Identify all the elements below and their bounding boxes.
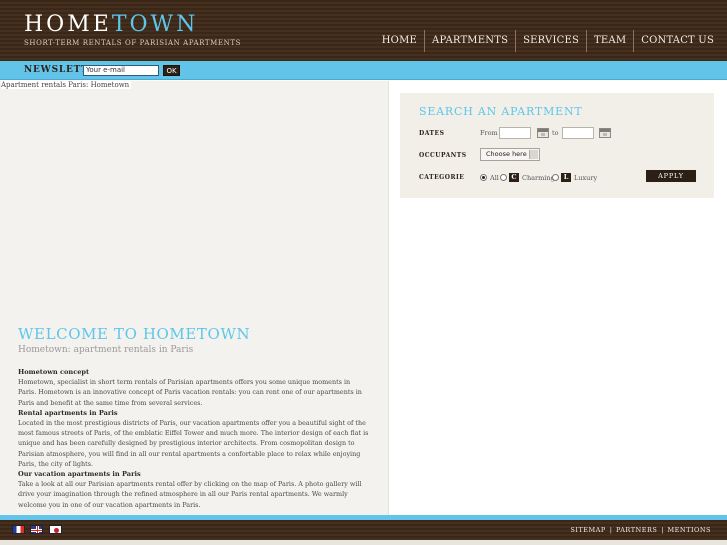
nav-contact[interactable]: Contact us bbox=[634, 31, 721, 51]
apply-button[interactable]: Apply bbox=[646, 170, 696, 182]
section-text: Hometown, specialist in short term renta… bbox=[18, 378, 362, 407]
newsletter-ok-button[interactable]: OK bbox=[163, 65, 180, 76]
search-title: Search an apartment bbox=[419, 105, 583, 118]
to-label: to bbox=[552, 129, 559, 137]
nav-services[interactable]: Services bbox=[516, 31, 586, 51]
flag-fr-icon[interactable] bbox=[12, 525, 25, 534]
date-from-input[interactable] bbox=[499, 127, 531, 139]
charming-badge-icon: C bbox=[509, 173, 519, 182]
logo-title: HomeTown bbox=[24, 13, 241, 37]
category-luxury-label: Luxury bbox=[574, 174, 598, 182]
search-panel: Search an apartment Dates From to Occupa… bbox=[400, 93, 714, 198]
logo-tagline: Short-Term Rentals of Parisian Apartment… bbox=[24, 39, 242, 47]
main-content: Apartment rentals Paris: Hometown Welcom… bbox=[0, 81, 388, 515]
date-to-input[interactable] bbox=[562, 127, 594, 139]
newsletter-bar: Newsletter Your e-mail OK bbox=[0, 61, 727, 80]
footer-links: Sitemap | Partners | Mentions bbox=[566, 526, 715, 534]
calendar-to-icon[interactable] bbox=[599, 128, 611, 138]
section-heading: Rental apartments in Paris bbox=[18, 408, 118, 417]
categorie-label: Categorie bbox=[419, 174, 465, 181]
site-footer: Sitemap | Partners | Mentions bbox=[0, 520, 727, 540]
section-text: Located in the most prestigious district… bbox=[18, 419, 369, 468]
column-divider bbox=[388, 81, 389, 515]
site-logo[interactable]: HomeTown Short-Term Rentals of Parisian … bbox=[24, 13, 242, 48]
occupants-select-value: Choose here bbox=[486, 150, 527, 158]
section-heading: Our vacation apartments in Paris bbox=[18, 470, 141, 479]
main-nav: Home Apartments Services Team Contact us bbox=[375, 30, 721, 52]
flag-jp-icon[interactable] bbox=[49, 525, 62, 534]
category-luxury-radio[interactable] bbox=[552, 174, 559, 181]
welcome-subtitle: Hometown: apartment rentals in Paris bbox=[18, 345, 194, 355]
occupants-label: Occupants bbox=[419, 152, 467, 159]
footer-link-sitemap[interactable]: Sitemap bbox=[566, 526, 609, 534]
breadcrumb: Apartment rentals Paris: Hometown bbox=[1, 81, 132, 89]
footer-link-partners[interactable]: Partners bbox=[612, 526, 661, 534]
newsletter-email-input[interactable]: Your e-mail bbox=[83, 65, 159, 76]
welcome-title: Welcome to HomeTown bbox=[18, 325, 251, 343]
category-charming-radio[interactable] bbox=[500, 174, 507, 181]
occupants-select[interactable]: Choose here bbox=[480, 148, 540, 161]
section-heading: Hometown concept bbox=[18, 368, 90, 376]
from-label: From bbox=[480, 129, 498, 137]
flag-uk-icon[interactable] bbox=[30, 525, 43, 534]
logo-title-town: Town bbox=[111, 12, 199, 37]
section-text: Take a look at all our Parisian apartmen… bbox=[18, 480, 362, 509]
category-all-radio[interactable] bbox=[480, 174, 487, 181]
select-arrow-icon bbox=[529, 150, 538, 159]
calendar-from-icon[interactable] bbox=[537, 128, 549, 138]
footer-bottom-strip bbox=[0, 540, 727, 545]
nav-home[interactable]: Home bbox=[375, 31, 424, 51]
site-header: HomeTown Short-Term Rentals of Parisian … bbox=[0, 0, 727, 61]
footer-link-mentions[interactable]: Mentions bbox=[664, 526, 715, 534]
dates-label: Dates bbox=[419, 130, 445, 137]
content-body: Hometown concept Hometown, specialist in… bbox=[18, 367, 370, 510]
logo-title-home: Home bbox=[24, 12, 112, 37]
nav-apartments[interactable]: Apartments bbox=[425, 31, 515, 51]
luxury-badge-icon: L bbox=[561, 173, 571, 182]
category-all-label: All bbox=[490, 174, 499, 182]
nav-team[interactable]: Team bbox=[587, 31, 633, 51]
category-charming-label: Charming bbox=[522, 174, 555, 182]
